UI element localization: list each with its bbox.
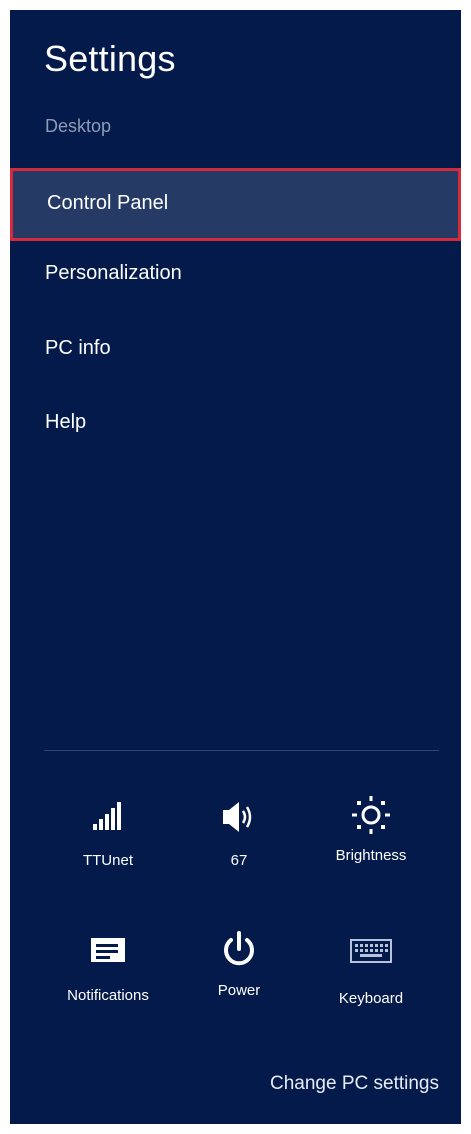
settings-charm-panel: Settings Desktop Control Panel Personali… — [10, 10, 461, 1124]
brightness-label: Brightness — [335, 847, 407, 864]
notifications-label: Notifications — [67, 987, 149, 1004]
keyboard-label: Keyboard — [338, 990, 404, 1007]
notifications-icon — [48, 935, 168, 983]
keyboard-icon — [311, 938, 431, 986]
volume-tile[interactable]: 67 — [179, 800, 299, 869]
volume-label: 67 — [230, 852, 248, 869]
signal-bars-icon — [48, 800, 168, 848]
change-pc-settings-link[interactable]: Change PC settings — [270, 1073, 439, 1095]
menu-item-help[interactable]: Help — [45, 411, 86, 434]
sun-icon — [311, 795, 431, 843]
power-tile[interactable]: Power — [179, 930, 299, 999]
panel-title: Settings — [44, 38, 176, 79]
speaker-icon — [179, 800, 299, 848]
menu-item-control-panel[interactable]: Control Panel — [10, 168, 461, 241]
network-tile[interactable]: TTUnet — [48, 800, 168, 869]
notifications-tile[interactable]: Notifications — [48, 935, 168, 1004]
menu-item-pc-info[interactable]: PC info — [45, 337, 111, 360]
brightness-tile[interactable]: Brightness — [311, 795, 431, 864]
panel-subtitle: Desktop — [45, 116, 112, 136]
network-label: TTUnet — [82, 852, 133, 869]
power-label: Power — [217, 982, 261, 999]
power-icon — [179, 930, 299, 978]
quick-settings-divider — [44, 750, 439, 751]
keyboard-tile[interactable]: Keyboard — [311, 938, 431, 1007]
menu-item-personalization[interactable]: Personalization — [45, 262, 182, 285]
